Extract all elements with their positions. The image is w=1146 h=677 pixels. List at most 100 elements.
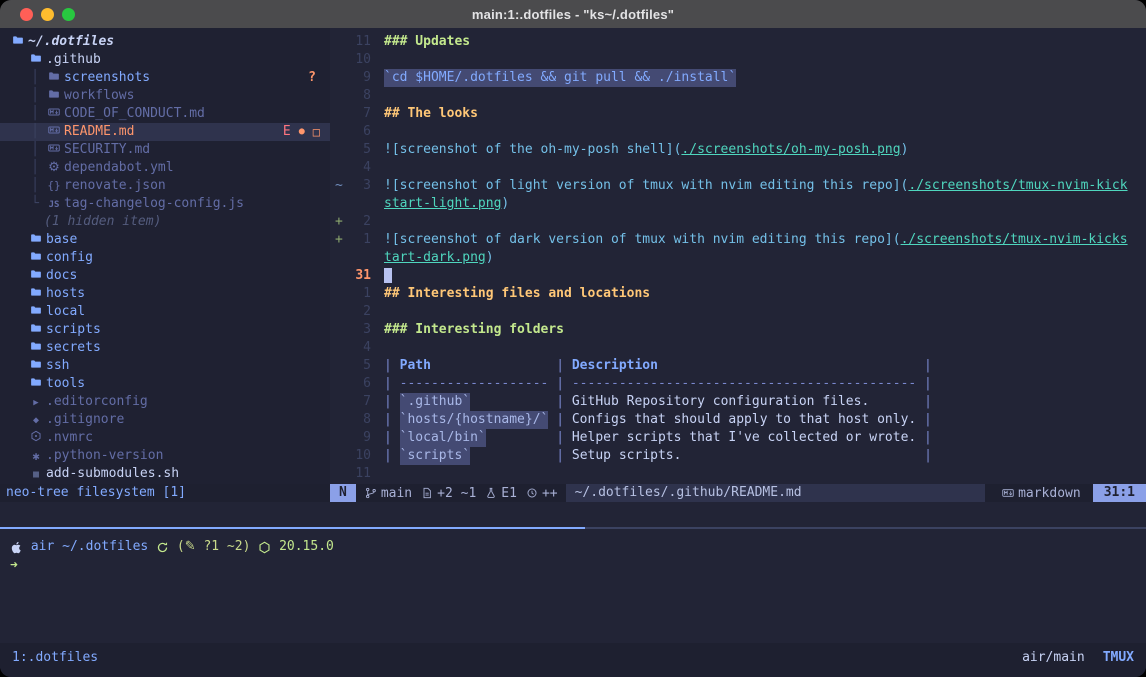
editor-buffer: 11### Updates109`cd $HOME/.dotfiles && g…: [330, 28, 1146, 483]
line-number: 6: [351, 123, 371, 141]
tree-item--1-hidden-item-[interactable]: (1 hidden item): [0, 213, 330, 231]
tree-item-label: renovate.json: [64, 177, 166, 195]
editor-line[interactable]: ~3![screenshot of light version of tmux …: [330, 177, 1146, 195]
gutter-sign: ~: [330, 177, 351, 195]
editor-line[interactable]: start-light.png): [330, 195, 1146, 213]
tree-item-config[interactable]: config: [0, 249, 330, 267]
tree-item-hosts[interactable]: hosts: [0, 285, 330, 303]
editor-line[interactable]: 8: [330, 87, 1146, 105]
gutter-sign: [330, 357, 351, 375]
gutter-sign: [330, 321, 351, 339]
zoom-button[interactable]: [62, 8, 75, 21]
file-path[interactable]: ~/.dotfiles/.github/README.md: [566, 484, 985, 502]
window-title: main:1:.dotfiles - "ks~/.dotfiles": [0, 7, 1146, 22]
tree-item-add-submodules.sh[interactable]: ■add-submodules.sh: [0, 465, 330, 483]
pending-segment[interactable]: ++: [526, 486, 558, 501]
tree-item-docs[interactable]: docs: [0, 267, 330, 285]
gutter-sign: [330, 303, 351, 321]
minimize-button[interactable]: [41, 8, 54, 21]
text-segment: `.github`: [400, 393, 470, 411]
shell-pane[interactable]: air ~/.dotfiles (✎ ?1 ~2) 20.15.0 ➜: [0, 502, 1146, 643]
editor-line[interactable]: +2: [330, 213, 1146, 231]
editor-line[interactable]: 4: [330, 339, 1146, 357]
tree-item-local[interactable]: local: [0, 303, 330, 321]
pane-border-inactive: [585, 527, 1146, 529]
folder-icon: [26, 285, 46, 303]
editor-line[interactable]: 1## Interesting files and locations: [330, 285, 1146, 303]
tree-item-label: base: [46, 231, 77, 249]
text-cursor: [384, 268, 392, 283]
line-number: 5: [351, 357, 371, 375]
tree-item-renovate.json[interactable]: │{}renovate.json: [0, 177, 330, 195]
editor-line[interactable]: 7| `.github` | GitHub Repository configu…: [330, 393, 1146, 411]
gutter-sign: [330, 429, 351, 447]
tree-item-CODE-OF-CONDUCT.md[interactable]: │CODE_OF_CONDUCT.md: [0, 105, 330, 123]
gutter-sign: [330, 51, 351, 69]
tree-item-README.md[interactable]: │README.mdE●□: [0, 123, 330, 141]
editor-line[interactable]: 5![screenshot of the oh-my-posh shell](.…: [330, 141, 1146, 159]
editor-line[interactable]: tart-dark.png): [330, 249, 1146, 267]
text-segment: [658, 357, 916, 375]
tree-item-.nvmrc[interactable]: .nvmrc: [0, 429, 330, 447]
folder-icon: [26, 267, 46, 285]
tree-guide: │: [26, 87, 44, 105]
tree-item-.github[interactable]: .github: [0, 51, 330, 69]
cursor-position: 31:1: [1093, 484, 1146, 502]
editor-line[interactable]: +1![screenshot of dark version of tmux w…: [330, 231, 1146, 249]
text-segment: |: [548, 357, 571, 375]
tree-item-ssh[interactable]: ssh: [0, 357, 330, 375]
gutter-sign: [330, 123, 351, 141]
close-button[interactable]: [20, 8, 33, 21]
tree-item-secrets[interactable]: secrets: [0, 339, 330, 357]
tree-item-label: screenshots: [64, 69, 150, 87]
tree-item-scripts[interactable]: scripts: [0, 321, 330, 339]
text-segment: Path: [400, 357, 431, 375]
tree-item--.dotfiles[interactable]: ~/.dotfiles: [0, 33, 330, 51]
file-tree: ~/.dotfiles.github│screenshots?│workflow…: [0, 28, 330, 483]
editor-line[interactable]: 31: [330, 267, 1146, 285]
editor-line[interactable]: 3### Interesting folders: [330, 321, 1146, 339]
git-branch-segment[interactable]: main: [365, 486, 412, 501]
editor-line[interactable]: 11: [330, 465, 1146, 483]
editor-line[interactable]: 7## The looks: [330, 105, 1146, 123]
editor-line[interactable]: 2: [330, 303, 1146, 321]
editor-line[interactable]: 6| ------------------- | ---------------…: [330, 375, 1146, 393]
tree-item-label: scripts: [46, 321, 101, 339]
editor-line[interactable]: 8| `hosts/{hostname}/` | Configs that sh…: [330, 411, 1146, 429]
text-segment: `cd $HOME/.dotfiles && git pull && ./ins…: [384, 69, 736, 87]
tmux-window-name[interactable]: 1:.dotfiles: [12, 650, 98, 665]
tree-item-.python-version[interactable]: ✱.python-version: [0, 447, 330, 465]
tree-item-screenshots[interactable]: │screenshots?: [0, 69, 330, 87]
folder-icon: [26, 357, 46, 375]
tree-item-.gitignore[interactable]: ◆.gitignore: [0, 411, 330, 429]
editor-line[interactable]: 9`cd $HOME/.dotfiles && git pull && ./in…: [330, 69, 1146, 87]
titlebar: main:1:.dotfiles - "ks~/.dotfiles": [0, 0, 1146, 29]
shell-input-line[interactable]: ➜: [10, 557, 18, 575]
tree-item-dependabot.yml[interactable]: │⚙dependabot.yml: [0, 159, 330, 177]
line-number: 3: [351, 321, 371, 339]
editor-line[interactable]: 10: [330, 51, 1146, 69]
markdown-icon: [1002, 487, 1014, 499]
tree-guide: │: [26, 141, 44, 159]
folder-icon: [26, 249, 46, 267]
tree-item-SECURITY.md[interactable]: │SECURITY.md: [0, 141, 330, 159]
git-changes-segment[interactable]: +2 ~1: [421, 486, 476, 501]
editor-line[interactable]: 5| Path | Description |: [330, 357, 1146, 375]
tree-item-.editorconfig[interactable]: ▶.editorconfig: [0, 393, 330, 411]
pending-count: ++: [542, 486, 558, 501]
text-segment: |: [384, 375, 400, 393]
tmux-pane-border[interactable]: [0, 527, 1146, 529]
tree-item-base[interactable]: base: [0, 231, 330, 249]
folder-icon: [26, 375, 46, 393]
tree-item-workflows[interactable]: │workflows: [0, 87, 330, 105]
editor-line[interactable]: 11### Updates: [330, 33, 1146, 51]
tree-item-tools[interactable]: tools: [0, 375, 330, 393]
editor-line[interactable]: 6: [330, 123, 1146, 141]
tree-item-tag-changelog-config.js[interactable]: └JStag-changelog-config.js: [0, 195, 330, 213]
editor-line[interactable]: 10| `scripts` | Setup scripts. |: [330, 447, 1146, 465]
diagnostics-segment[interactable]: E1: [485, 486, 517, 501]
editor-line[interactable]: 4: [330, 159, 1146, 177]
editor-line[interactable]: 9| `local/bin` | Helper scripts that I'v…: [330, 429, 1146, 447]
text-segment: tart-dark.png: [384, 249, 486, 267]
editor-pane[interactable]: 11### Updates109`cd $HOME/.dotfiles && g…: [330, 28, 1146, 484]
